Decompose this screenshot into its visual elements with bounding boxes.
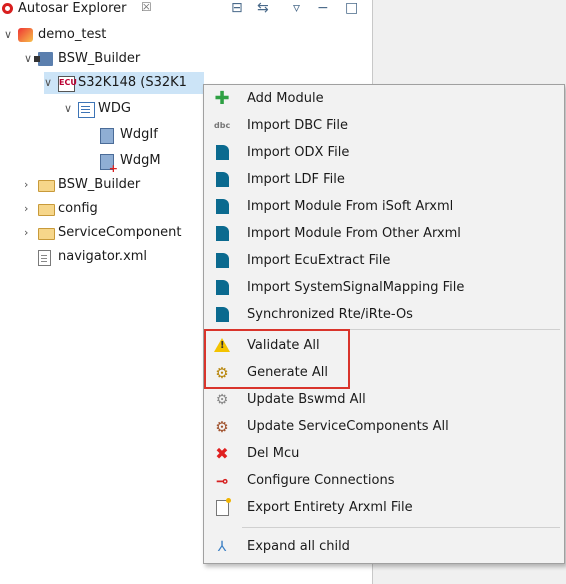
view-menu-icon[interactable]: ▿ xyxy=(293,1,300,17)
menu-item-update-bswmd-all[interactable]: ⚙ Update Bswmd All xyxy=(204,386,564,413)
tree-item-label: WdgM xyxy=(120,153,161,168)
tree-item-config[interactable]: › config xyxy=(24,198,204,220)
chevron-down-icon[interactable]: ∨ xyxy=(64,98,76,120)
menu-item-label: Import LDF File xyxy=(247,172,345,187)
folder-icon xyxy=(38,228,55,240)
tree-item-wdgm[interactable]: WdgM xyxy=(86,150,204,174)
maximize-icon[interactable]: □ xyxy=(345,1,358,17)
chevron-right-icon[interactable]: › xyxy=(24,174,36,196)
chevron-right-icon[interactable]: › xyxy=(24,198,36,220)
menu-item-synchronized-rte[interactable]: Synchronized Rte/iRte-Os xyxy=(204,301,564,328)
tree-item-servicecomponent[interactable]: › ServiceComponent xyxy=(24,222,204,244)
menu-item-label: Import Module From Other Arxml xyxy=(247,226,461,241)
menu-separator xyxy=(242,527,560,528)
menu-item-label: Export Entirety Arxml File xyxy=(247,500,413,515)
ecu-icon: ECU xyxy=(58,76,77,92)
context-menu: ✚ Add Module dbc Import DBC File Import … xyxy=(203,84,565,564)
chevron-down-icon[interactable]: ∨ xyxy=(44,72,56,94)
teal-document-icon xyxy=(216,307,229,322)
menu-item-expand-all-child[interactable]: ⅄ Expand all child xyxy=(204,533,564,560)
link-with-editor-icon[interactable]: ⇆ xyxy=(257,1,269,17)
menu-item-label: Import EcuExtract File xyxy=(247,253,391,268)
menu-item-import-other-arxml[interactable]: Import Module From Other Arxml xyxy=(204,220,564,247)
document-modified-icon xyxy=(100,154,118,174)
tree-item-label: config xyxy=(58,201,98,216)
menu-item-import-ldf[interactable]: Import LDF File xyxy=(204,166,564,193)
chevron-down-icon[interactable]: ∨ xyxy=(4,24,16,46)
menu-item-import-isoft-arxml[interactable]: Import Module From iSoft Arxml xyxy=(204,193,564,220)
project-icon xyxy=(18,28,33,42)
view-title: Autosar Explorer xyxy=(18,1,127,16)
menu-item-label: Add Module xyxy=(247,91,324,106)
delete-icon: ✖ xyxy=(215,444,229,463)
menu-item-label: Update Bswmd All xyxy=(247,392,366,407)
menu-item-label: Import Module From iSoft Arxml xyxy=(247,199,454,214)
teal-document-icon xyxy=(216,145,229,160)
connection-icon: ⊸ xyxy=(215,472,229,490)
menu-item-update-servicecomponents-all[interactable]: ⚙ Update ServiceComponents All xyxy=(204,413,564,440)
menu-item-import-dbc[interactable]: dbc Import DBC File xyxy=(204,112,564,139)
tree-item-label: S32K148 (S32K1 xyxy=(78,75,187,90)
update-gear-icon: ⚙ xyxy=(215,392,229,408)
tree-item-label: WdgIf xyxy=(120,127,158,142)
file-icon xyxy=(38,250,51,266)
menu-item-import-systemsignalmapping[interactable]: Import SystemSignalMapping File xyxy=(204,274,564,301)
autosar-explorer-icon xyxy=(2,3,13,14)
update-components-icon: ⚙ xyxy=(215,418,229,436)
teal-document-icon xyxy=(216,226,229,241)
tree-item-demo-test[interactable]: ∨ demo_test xyxy=(4,24,204,46)
teal-document-icon xyxy=(216,253,229,268)
highlight-annotation xyxy=(204,329,350,389)
tree-item-label: ServiceComponent xyxy=(58,225,182,240)
close-view-icon[interactable]: ☒ xyxy=(141,0,152,14)
menu-item-label: Synchronized Rte/iRte-Os xyxy=(247,307,413,322)
package-icon xyxy=(34,52,53,66)
folder-icon xyxy=(38,204,55,216)
menu-item-import-ecuextract[interactable]: Import EcuExtract File xyxy=(204,247,564,274)
tree-item-wdg[interactable]: ∨ WDG xyxy=(64,98,204,120)
dbc-icon: dbc xyxy=(214,121,231,130)
menu-item-import-odx[interactable]: Import ODX File xyxy=(204,139,564,166)
menu-item-add-module[interactable]: ✚ Add Module xyxy=(204,85,564,112)
tree-item-s32k148[interactable]: ∨ ECU S32K148 (S32K1 xyxy=(44,72,204,94)
expand-tree-icon: ⅄ xyxy=(217,539,227,555)
menu-item-label: Configure Connections xyxy=(247,473,395,488)
teal-document-icon xyxy=(216,199,229,214)
tree-item-bsw-builder[interactable]: ∨ BSW_Builder xyxy=(24,48,204,70)
tree-item-label: WDG xyxy=(98,101,131,116)
add-icon: ✚ xyxy=(214,88,230,109)
menu-item-del-mcu[interactable]: ✖ Del Mcu xyxy=(204,440,564,467)
menu-item-label: Import ODX File xyxy=(247,145,350,160)
tree-item-label: demo_test xyxy=(38,27,107,42)
tree-item-label: navigator.xml xyxy=(58,249,148,264)
folder-icon xyxy=(38,180,55,192)
tree-item-label: BSW_Builder xyxy=(58,51,141,66)
tree-item-label: BSW_Builder xyxy=(58,177,141,192)
menu-item-label: Import SystemSignalMapping File xyxy=(247,280,465,295)
menu-item-export-entirety-arxml[interactable]: Export Entirety Arxml File xyxy=(204,494,564,521)
export-file-icon xyxy=(216,498,231,516)
document-icon xyxy=(100,128,114,144)
tree-item-bsw-builder-folder[interactable]: › BSW_Builder xyxy=(24,174,204,196)
chevron-right-icon[interactable]: › xyxy=(24,222,36,244)
teal-document-icon xyxy=(216,280,229,295)
menu-item-label: Import DBC File xyxy=(247,118,348,133)
module-list-icon xyxy=(78,102,95,118)
teal-document-icon xyxy=(216,172,229,187)
collapse-all-icon[interactable]: ⊟ xyxy=(231,1,243,17)
tree-item-navigator-xml[interactable]: navigator.xml xyxy=(24,246,204,268)
menu-item-configure-connections[interactable]: ⊸ Configure Connections xyxy=(204,467,564,494)
menu-item-label: Update ServiceComponents All xyxy=(247,419,449,434)
tree-item-wdgif[interactable]: WdgIf xyxy=(86,124,204,146)
minimize-icon[interactable]: − xyxy=(317,1,329,17)
menu-item-label: Expand all child xyxy=(247,539,350,554)
menu-item-label: Del Mcu xyxy=(247,446,300,461)
